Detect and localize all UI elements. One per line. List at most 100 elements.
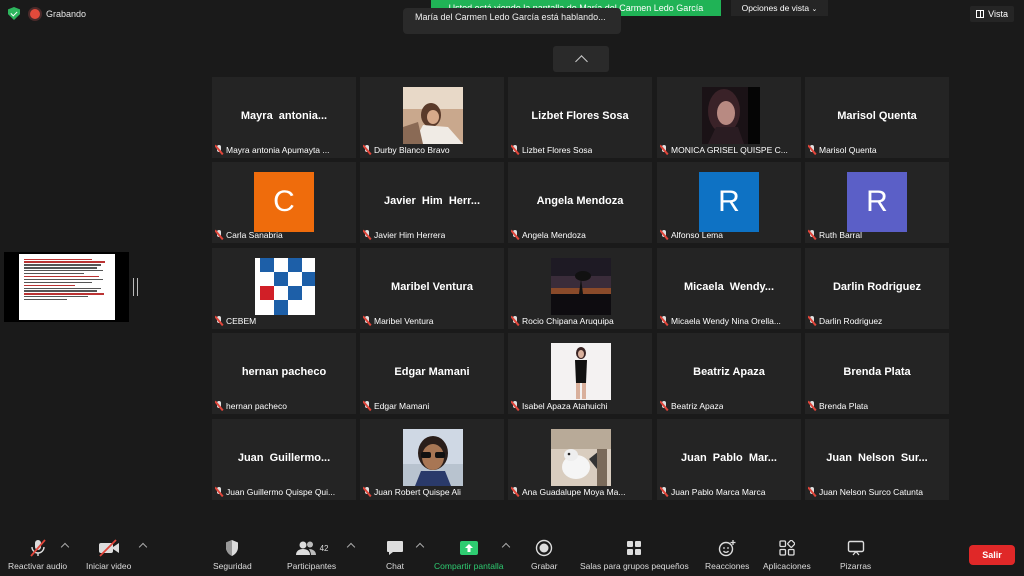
participant-name: Angela Mendoza (522, 230, 586, 240)
mic-muted-icon (660, 230, 668, 240)
whiteboards-button[interactable]: Pizarras (840, 538, 871, 571)
whiteboard-icon (847, 538, 865, 558)
resize-handle[interactable] (133, 278, 138, 296)
breakout-rooms-button[interactable]: Salas para grupos pequeños (580, 538, 689, 571)
participant-tile[interactable]: Marisol Quenta Marisol Quenta (805, 77, 949, 158)
participant-tile[interactable]: Edgar Mamani Edgar Mamani (360, 333, 504, 414)
participant-tile[interactable]: C Carla Sanabria (212, 162, 356, 243)
view-options-button[interactable]: Opciones de vista ⌄ (731, 0, 828, 16)
share-screen-button[interactable]: Compartir pantalla (434, 538, 503, 571)
participant-name: Juan Robert Quispe Ali (374, 487, 461, 497)
participant-tile[interactable]: hernan pacheco hernan pacheco (212, 333, 356, 414)
mic-muted-icon (215, 487, 223, 497)
participant-name: Carla Sanabria (226, 230, 283, 240)
view-button[interactable]: Vista (970, 6, 1014, 22)
participant-tile[interactable]: Mayra antonia... Mayra antonia Apumayta .… (212, 77, 356, 158)
mic-muted-icon (660, 145, 668, 155)
leave-button[interactable]: Salir (969, 545, 1015, 565)
mic-muted-icon (215, 230, 223, 240)
participant-tile[interactable]: Darlin Rodriguez Darlin Rodriguez (805, 248, 949, 329)
unmute-button[interactable]: Reactivar audio (8, 538, 67, 571)
apps-icon (779, 538, 795, 558)
apps-button[interactable]: Aplicaciones (763, 538, 811, 571)
record-icon (535, 538, 553, 558)
start-video-button[interactable]: Iniciar video (86, 538, 131, 571)
participant-label: Juan Guillermo Quispe Qui... (215, 486, 354, 498)
chat-button[interactable]: Chat (386, 538, 404, 571)
recording-label: Grabando (46, 8, 87, 19)
participant-label: Juan Pablo Marca Marca (660, 486, 799, 498)
participant-display-name: Mayra antonia... (240, 110, 328, 122)
view-label: Vista (988, 9, 1008, 19)
participant-tile[interactable]: Ana Guadalupe Moya Ma... (508, 419, 652, 500)
participant-tile[interactable]: Juan Guillermo... Juan Guillermo Quispe Q… (212, 419, 356, 500)
mic-muted-icon (808, 487, 816, 497)
participants-count: 42 (319, 543, 329, 553)
participant-tile[interactable]: CEBEM (212, 248, 356, 329)
mic-muted-icon (363, 316, 371, 326)
mic-muted-icon (808, 401, 816, 411)
participant-display-name: hernan pacheco (241, 366, 327, 378)
share-screen-icon (459, 538, 479, 558)
participant-display-name: Micaela Wendy... (683, 281, 775, 293)
shared-document-preview (18, 254, 115, 320)
participant-display-name: Lizbet Flores Sosa (531, 110, 629, 122)
participant-tile[interactable]: Juan Nelson Sur... Juan Nelson Surco Catu… (805, 419, 949, 500)
participant-tile[interactable]: Brenda Plata Brenda Plata (805, 333, 949, 414)
participant-tile[interactable]: R Ruth Barral (805, 162, 949, 243)
security-shield-icon[interactable] (8, 7, 20, 20)
record-button[interactable]: Grabar (531, 538, 557, 571)
participant-label: Maribel Ventura (363, 315, 502, 327)
participant-name: Marisol Quenta (819, 145, 877, 155)
mic-muted-icon (511, 230, 519, 240)
participant-tile[interactable]: MONICA GRISEL QUISPE C... (657, 77, 801, 158)
participant-label: Durby Blanco Bravo (363, 144, 502, 156)
participant-tile[interactable]: Rocio Chipana Aruquipa (508, 248, 652, 329)
participant-name: Mayra antonia Apumayta ... (226, 145, 330, 155)
participant-tile[interactable]: Micaela Wendy... Micaela Wendy Nina Orell… (657, 248, 801, 329)
participant-photo (403, 429, 463, 486)
chat-chevron-icon[interactable] (415, 542, 425, 552)
participant-avatar: R (699, 172, 759, 232)
participant-name: Juan Guillermo Quispe Qui... (226, 487, 336, 497)
participant-tile[interactable]: Javier Him Herr... Javier Him Herrera (360, 162, 504, 243)
participant-tile[interactable]: Isabel Apaza Atahuichi (508, 333, 652, 414)
chat-bubble-icon (386, 538, 404, 558)
security-button[interactable]: Seguridad (213, 538, 252, 571)
participant-name: Rocio Chipana Aruquipa (522, 316, 614, 326)
mic-muted-icon (215, 316, 223, 326)
video-options-chevron-icon[interactable] (138, 542, 148, 552)
recording-indicator[interactable]: Grabando (30, 8, 87, 19)
breakout-rooms-label: Salas para grupos pequeños (580, 561, 689, 571)
mic-muted-icon (660, 487, 668, 497)
participant-name: Ruth Barral (819, 230, 862, 240)
record-label: Grabar (531, 561, 558, 571)
chat-label: Chat (386, 561, 404, 571)
participant-label: Micaela Wendy Nina Orella... (660, 315, 799, 327)
start-video-label: Iniciar video (86, 561, 132, 571)
view-grid-icon (976, 10, 985, 18)
participant-photo (551, 258, 611, 315)
participant-avatar: C (254, 172, 314, 232)
participant-label: Javier Him Herrera (363, 229, 502, 241)
participants-chevron-icon[interactable] (346, 542, 356, 552)
participant-tile[interactable]: R Alfonso Lema (657, 162, 801, 243)
participant-display-name: Marisol Quenta (837, 110, 917, 122)
participant-tile[interactable]: Durby Blanco Bravo (360, 77, 504, 158)
participant-display-name: Darlin Rodriguez (832, 281, 921, 293)
reactions-button[interactable]: Reacciones (705, 538, 749, 571)
shared-screen-thumbnail[interactable] (4, 252, 129, 322)
participant-tile[interactable]: Lizbet Flores Sosa Lizbet Flores Sosa (508, 77, 652, 158)
participant-tile[interactable]: Juan Robert Quispe Ali (360, 419, 504, 500)
participant-tile[interactable]: Beatriz Apaza Beatriz Apaza (657, 333, 801, 414)
participants-button[interactable]: 42 Participantes (287, 538, 336, 571)
participant-tile[interactable]: Maribel Ventura Maribel Ventura (360, 248, 504, 329)
participant-tile[interactable]: Juan Pablo Mar... Juan Pablo Marca Marca (657, 419, 801, 500)
mic-muted-icon (363, 401, 371, 411)
security-label: Seguridad (213, 561, 252, 571)
participant-tile[interactable]: Angela Mendoza Angela Mendoza (508, 162, 652, 243)
record-dot-icon (30, 8, 40, 19)
collapse-gallery-button[interactable] (553, 46, 609, 72)
participant-photo (551, 429, 611, 486)
mic-muted-icon (363, 487, 371, 497)
